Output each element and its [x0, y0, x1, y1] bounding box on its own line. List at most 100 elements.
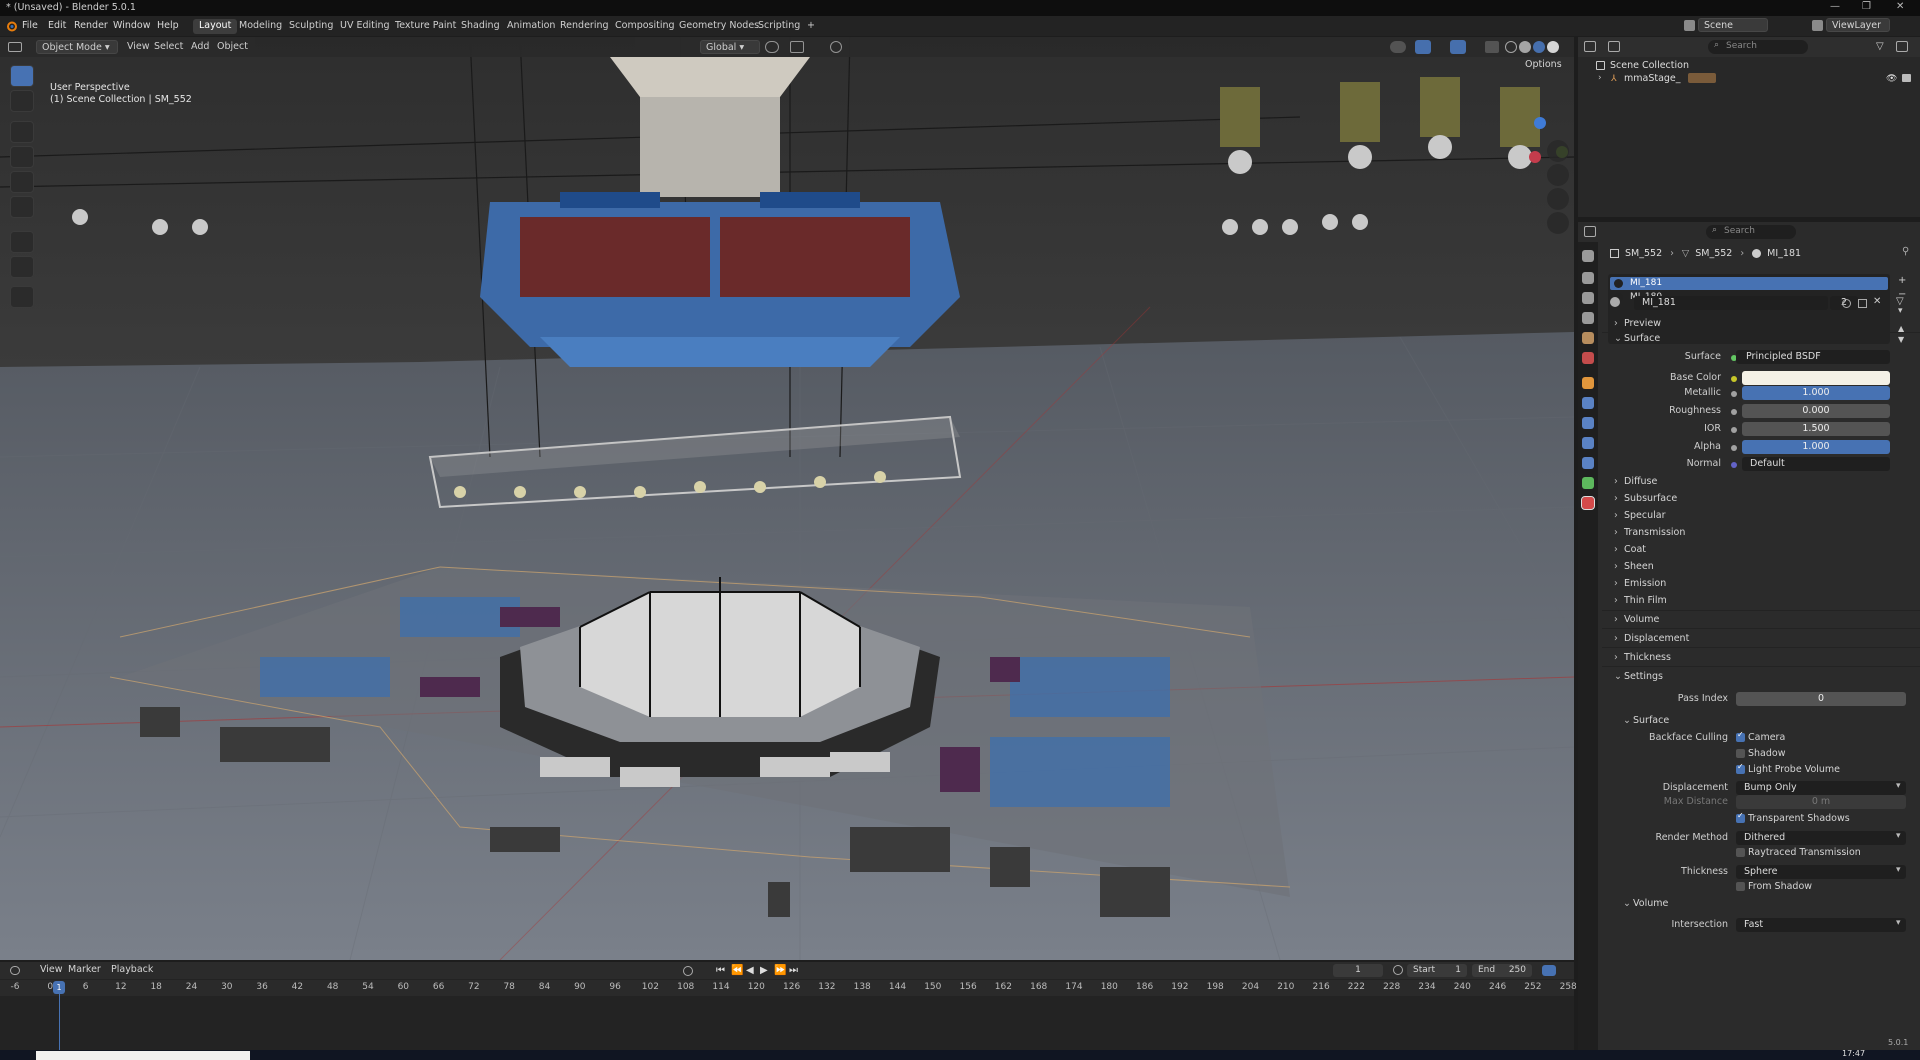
scene-render[interactable]: [0, 37, 1574, 960]
object-tab-icon[interactable]: [1582, 377, 1594, 389]
ior-field[interactable]: 1.500: [1742, 422, 1890, 436]
menu-help[interactable]: Help: [157, 20, 179, 31]
move-down-icon[interactable]: ▼: [1898, 335, 1904, 344]
play-reverse-icon[interactable]: ◀: [746, 965, 754, 976]
tab-compositing[interactable]: Compositing: [609, 19, 681, 34]
play-icon[interactable]: ▶: [760, 965, 768, 976]
base-color-swatch[interactable]: [1742, 371, 1890, 385]
search-box[interactable]: [36, 1051, 250, 1060]
tab-rendering[interactable]: Rendering: [554, 19, 615, 34]
tab-modeling[interactable]: Modeling: [233, 19, 288, 34]
world-tab-icon[interactable]: [1582, 352, 1594, 364]
editor-type-icon[interactable]: [8, 42, 22, 52]
tab-shading[interactable]: Shading: [455, 19, 506, 34]
surface-shader-field[interactable]: Principled BSDF: [1736, 350, 1890, 364]
tab-scripting[interactable]: Scripting: [752, 19, 806, 34]
tab-layout[interactable]: Layout: [193, 19, 238, 34]
pass-index-field[interactable]: 0: [1736, 692, 1906, 706]
menu-edit[interactable]: Edit: [48, 20, 66, 31]
scene-tab-icon[interactable]: [1582, 332, 1594, 344]
playhead-marker[interactable]: 1: [53, 981, 65, 994]
duplicate-icon[interactable]: [1858, 299, 1867, 308]
alpha-slider[interactable]: 1.000: [1742, 440, 1890, 454]
render-method-dropdown[interactable]: Dithered: [1736, 831, 1906, 845]
modifier-tab-icon[interactable]: [1582, 397, 1594, 409]
subpanel-emission[interactable]: › Emission: [1614, 578, 1666, 589]
panel-displacement[interactable]: › Displacement: [1614, 633, 1689, 644]
menu-file[interactable]: File: [22, 20, 38, 31]
rotate-tool-icon[interactable]: [10, 146, 34, 168]
add-workspace-button[interactable]: +: [801, 19, 821, 34]
auto-key-icon[interactable]: [683, 966, 693, 976]
fake-user-icon[interactable]: [1842, 299, 1851, 308]
subpanel-subsurface[interactable]: › Subsurface: [1614, 493, 1677, 504]
shadow-checkbox[interactable]: [1736, 749, 1745, 758]
subpanel-coat[interactable]: › Coat: [1614, 544, 1646, 555]
minimize-button[interactable]: —: [1830, 1, 1840, 12]
display-mode-icon[interactable]: [1608, 41, 1620, 52]
menu-window[interactable]: Window: [113, 20, 150, 31]
filter-icon[interactable]: ▽: [1876, 41, 1884, 52]
gizmo-toggle-icon[interactable]: [1415, 40, 1431, 54]
light-probe-volume-checkbox[interactable]: [1736, 762, 1745, 774]
scene-selector[interactable]: Scene: [1698, 18, 1768, 32]
subpanel-transmission[interactable]: › Transmission: [1614, 527, 1685, 538]
shading-rendered-icon[interactable]: [1547, 41, 1559, 53]
timeline-editor[interactable]: View Marker Playback ⏮ ⏪ ◀ ▶ ⏩ ⏭ 1 Start…: [0, 962, 1577, 1050]
tool-tab-icon[interactable]: [1582, 250, 1594, 262]
shading-solid-icon[interactable]: [1519, 41, 1531, 53]
end-frame-field[interactable]: End 250: [1472, 964, 1532, 977]
timeline-editor-icon[interactable]: [10, 966, 20, 975]
slot-specials-icon[interactable]: ▾: [1898, 306, 1903, 316]
measure-tool-icon[interactable]: [10, 256, 34, 278]
camera-render-icon[interactable]: [1902, 74, 1911, 82]
jump-start-icon[interactable]: ⏮: [716, 965, 725, 976]
shading-material-icon[interactable]: [1533, 41, 1545, 53]
outliner-search-field[interactable]: ⌕ Search: [1708, 40, 1808, 54]
properties-editor[interactable]: ⌕ Search SM_552 › ▽ SM_552 › MI_181 ⚲ MI…: [1578, 222, 1920, 1060]
view-layer-selector[interactable]: ViewLayer: [1826, 18, 1890, 32]
constraints-tab-icon[interactable]: [1582, 457, 1594, 469]
roughness-slider[interactable]: 0.000: [1742, 404, 1890, 418]
menu-add[interactable]: Add: [186, 40, 214, 54]
filter-icon[interactable]: ▽: [1896, 296, 1904, 307]
metallic-slider[interactable]: 1.000: [1742, 386, 1890, 400]
timeline-menu-playback[interactable]: Playback: [106, 963, 158, 977]
panel-preview[interactable]: › Preview: [1614, 318, 1661, 329]
zoom-icon[interactable]: [1547, 140, 1569, 162]
material-name-field[interactable]: MI_181: [1634, 296, 1828, 310]
3d-viewport[interactable]: Object Mode ▾ View Select Add Object Glo…: [0, 37, 1574, 960]
eye-icon[interactable]: 👁: [1886, 74, 1897, 84]
xray-icon[interactable]: [1485, 41, 1499, 53]
current-frame-field[interactable]: 1: [1333, 964, 1383, 977]
next-keyframe-icon[interactable]: ⏩: [774, 965, 786, 976]
menu-render[interactable]: Render: [74, 20, 108, 31]
thickness-mode-dropdown[interactable]: Sphere: [1736, 865, 1906, 879]
options-button[interactable]: Options: [1520, 58, 1567, 72]
close-button[interactable]: ✕: [1896, 1, 1904, 12]
preview-range-icon[interactable]: [1393, 965, 1403, 975]
outliner[interactable]: ⌕ Search ▽ Scene Collection › ⅄ mmaStage…: [1578, 37, 1920, 217]
material-sphere-icon[interactable]: [1610, 297, 1620, 307]
proportional-edit-icon[interactable]: [830, 41, 842, 53]
move-tool-icon[interactable]: [10, 121, 34, 143]
panel-surface[interactable]: ⌄ Surface: [1614, 333, 1660, 344]
pan-hand-icon[interactable]: [1547, 164, 1569, 186]
raytraced-transmission-checkbox[interactable]: [1736, 848, 1745, 857]
transparent-shadows-checkbox[interactable]: [1736, 811, 1745, 823]
expand-chevron-icon[interactable]: ›: [1598, 73, 1602, 83]
subpanel-settings-volume[interactable]: ⌄ Volume: [1623, 898, 1668, 909]
scale-tool-icon[interactable]: [10, 171, 34, 193]
properties-search-field[interactable]: ⌕ Search: [1706, 225, 1796, 239]
normal-field[interactable]: Default: [1742, 457, 1890, 471]
pivot-icon[interactable]: [765, 41, 779, 53]
tab-sculpting[interactable]: Sculpting: [283, 19, 339, 34]
visibility-icon[interactable]: [1390, 41, 1406, 53]
tab-texture-paint[interactable]: Texture Paint: [389, 19, 462, 34]
physics-tab-icon[interactable]: [1582, 437, 1594, 449]
camera-view-icon[interactable]: [1547, 188, 1569, 210]
timeline-menu-marker[interactable]: Marker: [63, 963, 106, 977]
blender-logo-icon[interactable]: [5, 20, 17, 32]
material-slot-item[interactable]: MI_181: [1610, 277, 1888, 290]
view-layer-tab-icon[interactable]: [1582, 312, 1594, 324]
